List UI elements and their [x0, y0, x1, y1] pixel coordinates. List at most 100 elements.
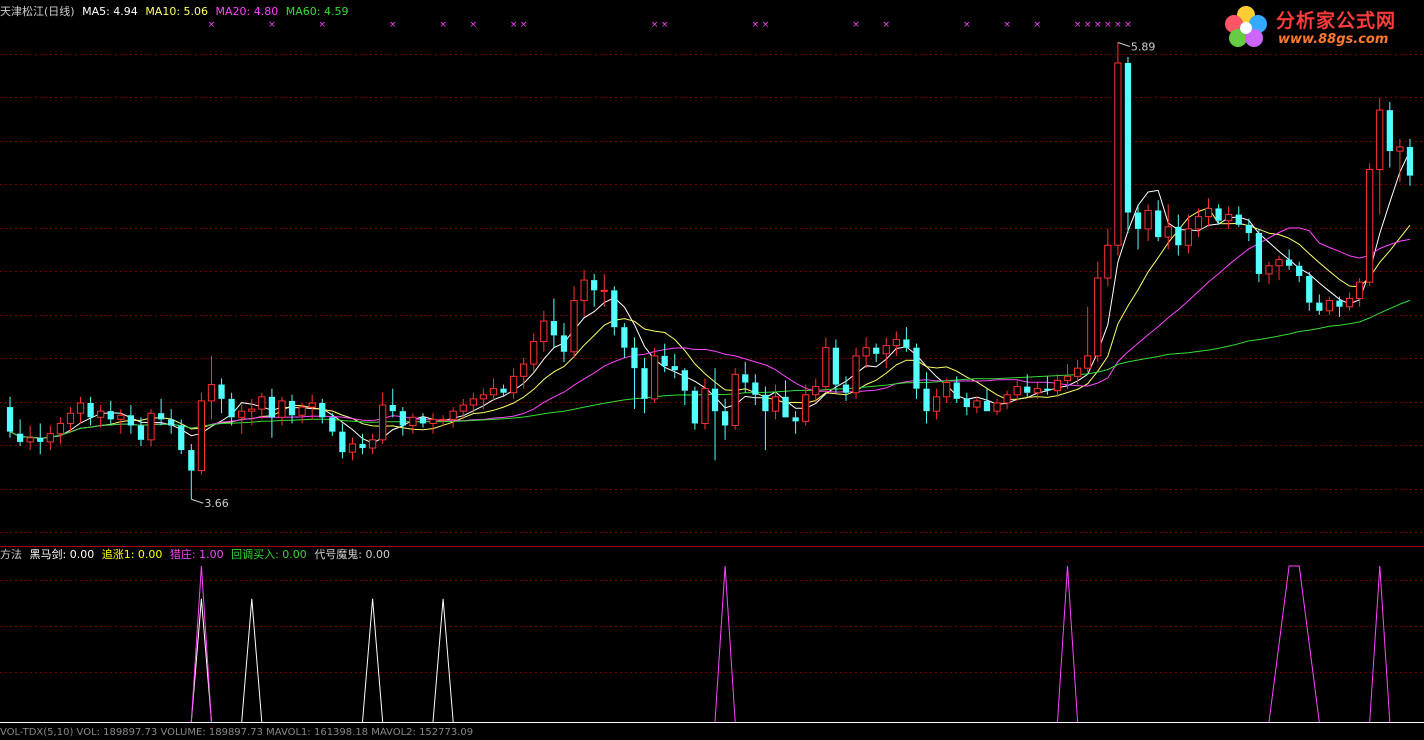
candle-body	[1275, 259, 1283, 267]
volume-legend-text: VOL-TDX(5,10) VOL: 189897.73 VOLUME: 189…	[0, 727, 474, 738]
candle-body	[248, 408, 256, 412]
candle-body	[439, 418, 447, 421]
candle-body	[681, 370, 688, 391]
candle-body	[1104, 244, 1112, 279]
candle	[570, 286, 578, 358]
candle	[1406, 138, 1414, 186]
candle-body	[903, 339, 910, 348]
candle	[218, 378, 225, 414]
candle	[943, 378, 951, 403]
candle	[762, 386, 769, 451]
indicator-line-liezhuang	[1268, 565, 1320, 723]
candle-body	[1296, 265, 1303, 276]
candlesticks[interactable]	[6, 42, 1414, 500]
signal-marker: ×	[389, 20, 397, 30]
signal-marker: ×	[318, 20, 326, 30]
candle	[1255, 228, 1263, 283]
candle-body	[1053, 379, 1062, 392]
liezhuang-label: 猎庄: 1.00	[169, 548, 224, 561]
candle-body	[993, 402, 1001, 412]
candle	[479, 388, 488, 410]
candle-body	[530, 341, 538, 365]
candle	[560, 323, 568, 363]
candle-body	[832, 347, 840, 385]
candle	[419, 413, 427, 428]
indicator-line-heima	[432, 598, 454, 723]
candle-body	[762, 394, 769, 412]
signal-marker: ×	[1124, 20, 1132, 30]
candle-body	[228, 398, 235, 418]
candle	[147, 409, 155, 446]
candle	[681, 368, 688, 406]
candle-body	[1094, 277, 1102, 357]
candle	[691, 386, 699, 430]
candle	[46, 425, 54, 451]
candle	[752, 374, 759, 406]
candle-body	[157, 413, 165, 420]
candle	[993, 398, 1001, 416]
candle	[1044, 376, 1051, 395]
candle	[1124, 56, 1132, 233]
signal-marker: ×	[762, 20, 770, 30]
candle-body	[419, 417, 427, 424]
candle-body	[1285, 259, 1293, 266]
ma5-line	[9, 150, 1411, 444]
indicator-line-heima	[362, 598, 384, 723]
candle-body	[802, 394, 810, 422]
candle-body	[26, 437, 34, 443]
candle-body	[37, 437, 44, 442]
candle	[1053, 374, 1062, 397]
candle-body	[1024, 386, 1031, 393]
candle-body	[469, 398, 477, 406]
candle-body	[1144, 209, 1152, 230]
candle-body	[711, 388, 719, 412]
candle-body	[1124, 63, 1132, 213]
signal-marker: ×	[882, 20, 890, 30]
candle-body	[953, 382, 960, 399]
candle	[1155, 200, 1162, 242]
candle-body	[792, 417, 799, 422]
volume-legend: VOL-TDX(5,10) VOL: 189897.73 VOLUME: 189…	[0, 726, 477, 740]
candle-body	[621, 327, 628, 348]
candle	[963, 392, 970, 416]
candle-body	[852, 355, 860, 394]
price-annotation: 3.66	[204, 497, 229, 510]
candle-body	[348, 443, 357, 453]
candle-body	[1194, 216, 1203, 230]
candle-body	[459, 404, 467, 412]
candle	[1316, 294, 1323, 315]
stock-chart[interactable]: × × × × × × × × × × × × × × × × × × × × × × × 5.893.66	[0, 0, 1424, 734]
candle-body	[46, 433, 54, 443]
candle	[449, 407, 457, 428]
candle-body	[258, 396, 266, 410]
candle	[1164, 204, 1172, 250]
candle	[711, 368, 719, 461]
candle	[782, 380, 789, 418]
indicator-line-liezhuang	[190, 565, 212, 723]
candle-body	[1345, 298, 1354, 308]
candle	[641, 357, 648, 414]
candle-body	[600, 289, 608, 292]
candle	[792, 411, 799, 434]
candle	[56, 417, 65, 444]
candle-body	[409, 416, 417, 427]
candle-body	[540, 320, 548, 343]
stock-name[interactable]: 天津松江(日线)	[0, 5, 75, 18]
candle	[1345, 292, 1354, 311]
method-label[interactable]: 方法	[0, 548, 22, 561]
candle	[591, 273, 598, 307]
candle	[509, 368, 518, 399]
candle-body	[1225, 214, 1233, 222]
candle	[1104, 228, 1112, 287]
candle	[288, 394, 296, 424]
candle-body	[1134, 212, 1142, 229]
candle-body	[238, 410, 246, 418]
candle-body	[1013, 386, 1021, 396]
signal-marker: ×	[470, 20, 478, 30]
candle	[379, 392, 387, 444]
candle	[650, 347, 659, 403]
candle-body	[1255, 232, 1263, 274]
candle	[742, 362, 749, 393]
candle-body	[339, 431, 346, 453]
candle-body	[752, 382, 759, 395]
